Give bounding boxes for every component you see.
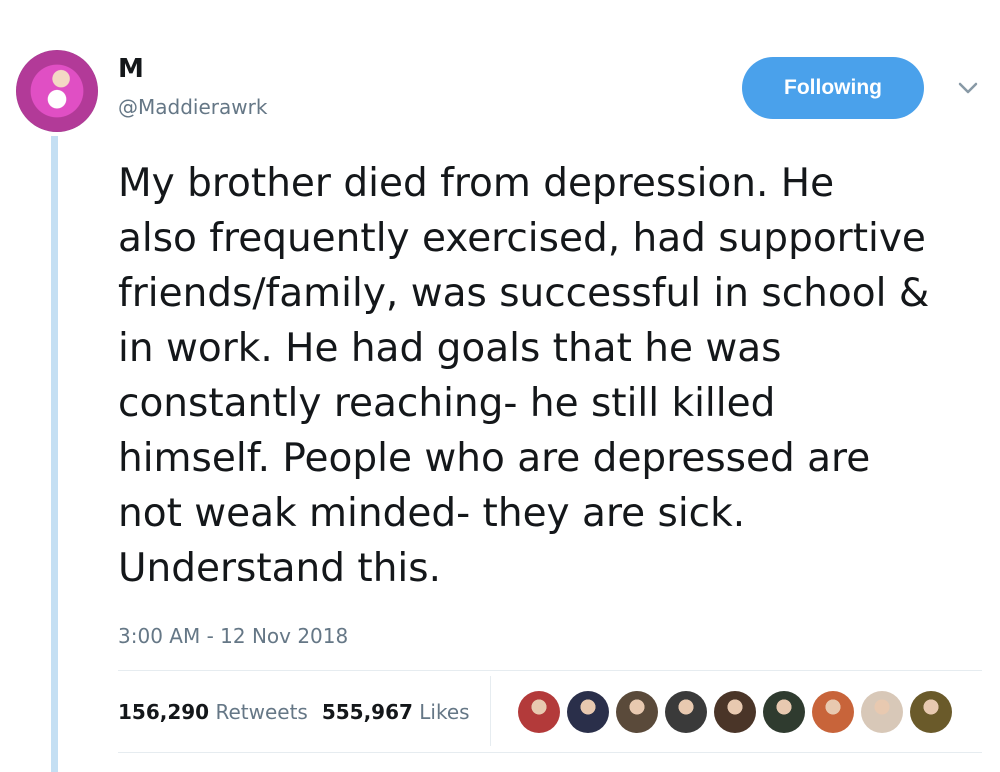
retweets-label: Retweets xyxy=(215,700,308,724)
divider xyxy=(118,670,982,671)
liker-avatar-1[interactable] xyxy=(518,691,560,733)
liker-avatar-5[interactable] xyxy=(714,691,756,733)
liker-avatar-7[interactable] xyxy=(812,691,854,733)
tweet-line: himself. People who are depressed are xyxy=(118,436,871,481)
liker-avatar-4[interactable] xyxy=(665,691,707,733)
following-button[interactable]: Following xyxy=(742,57,924,119)
tweet-line: not weak minded- they are sick. xyxy=(118,491,746,536)
thread-line xyxy=(51,136,58,772)
user-handle[interactable]: @Maddierawrk xyxy=(118,95,267,119)
liker-avatar-8[interactable] xyxy=(861,691,903,733)
liker-avatar-9[interactable] xyxy=(910,691,952,733)
tweet-timestamp[interactable]: 3:00 AM - 12 Nov 2018 xyxy=(118,624,348,648)
display-name[interactable]: M xyxy=(118,54,144,84)
liker-avatar-2[interactable] xyxy=(567,691,609,733)
tweet-line: My brother died from depression. He xyxy=(118,161,835,206)
liker-avatar-6[interactable] xyxy=(763,691,805,733)
avatar[interactable] xyxy=(16,50,98,132)
retweets-link[interactable]: 156,290 Retweets xyxy=(118,700,308,724)
tweet-text: My brother died from depression. He also… xyxy=(118,156,988,596)
divider xyxy=(118,752,982,753)
tweet-line: Understand this. xyxy=(118,546,441,591)
retweets-count: 156,290 xyxy=(118,700,210,724)
tweet-line: constantly reaching- he still killed xyxy=(118,381,776,426)
liker-avatar-3[interactable] xyxy=(616,691,658,733)
tweet-line: in work. He had goals that he was xyxy=(118,326,782,371)
likes-label: Likes xyxy=(419,700,470,724)
chevron-down-icon[interactable] xyxy=(957,80,979,96)
likes-link[interactable]: 555,967 Likes xyxy=(322,700,470,724)
tweet-line: also frequently exercised, had supportiv… xyxy=(118,216,926,261)
likes-count: 555,967 xyxy=(321,700,413,724)
tweet-line: friends/family, was successful in school… xyxy=(118,271,930,316)
stats-separator xyxy=(490,676,491,746)
tweet-stats: 156,290 Retweets 555,967 Likes xyxy=(118,700,470,724)
